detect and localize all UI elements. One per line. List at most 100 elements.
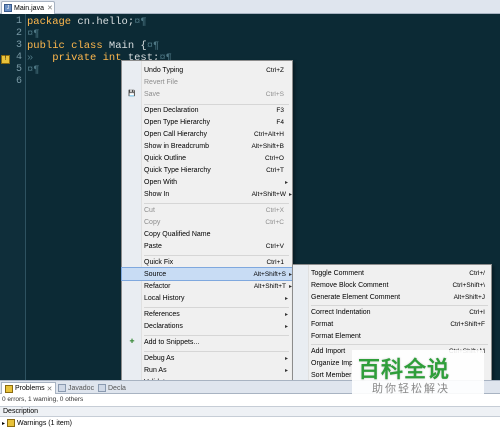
- menu-item-label: References: [144, 310, 180, 318]
- submenu-arrow-icon: ▸: [284, 367, 288, 374]
- line-number: 4: [15, 52, 22, 63]
- menu-item-label: Sort Member: [311, 371, 352, 379]
- keyword: private int: [52, 52, 122, 64]
- tab-javadoc[interactable]: Javadoc: [58, 382, 94, 394]
- javadoc-icon: [58, 384, 66, 392]
- menu-item-label: Declarations: [144, 322, 183, 330]
- code-line-5: ¤¶: [27, 64, 40, 76]
- menu-item-label: Undo Typing: [144, 66, 184, 74]
- menu-item-run-as[interactable]: Run As ▸: [122, 364, 292, 376]
- menu-item-cut[interactable]: Cut Ctrl+X: [122, 204, 292, 216]
- menu-item-shortcut: Alt+Shift+T: [253, 282, 286, 290]
- menu-item-debug-as[interactable]: Debug As ▸: [122, 352, 292, 364]
- menu-item-label: Organize Imp: [311, 359, 354, 367]
- tab-main-java[interactable]: J Main.java ✕: [1, 1, 55, 14]
- menu-item-show-in-breadcrumb[interactable]: Show in Breadcrumb Alt+Shift+B: [122, 140, 292, 152]
- code-line-3: public class Main {¤¶: [27, 40, 159, 52]
- menu-item-label: Remove Block Comment: [311, 281, 389, 289]
- add-snippet-icon: ✚: [129, 339, 135, 345]
- menu-item-format-element[interactable]: Format Element: [293, 330, 491, 342]
- menu-item-copy-qualified-name[interactable]: Copy Qualified Name: [122, 228, 292, 240]
- menu-item-refactor[interactable]: Refactor Alt+Shift+T ▸: [122, 280, 292, 292]
- menu-item-label: Revert File: [144, 78, 178, 86]
- whitespace-mark: »: [27, 52, 53, 64]
- menu-item-add-to-snippets[interactable]: ✚ Add to Snippets...: [122, 336, 292, 348]
- menu-item-format[interactable]: Format Ctrl+Shift+F: [293, 318, 491, 330]
- menu-item-paste[interactable]: Paste Ctrl+V: [122, 240, 292, 252]
- menu-item-generate-element-comment[interactable]: Generate Element Comment Alt+Shift+J: [293, 291, 491, 303]
- menu-item-declarations[interactable]: Declarations ▸: [122, 320, 292, 332]
- expand-icon[interactable]: ▸: [2, 420, 5, 427]
- menu-item-shortcut: Ctrl+/: [469, 269, 485, 277]
- menu-item-open-with[interactable]: Open With ▸: [122, 176, 292, 188]
- submenu-arrow-icon: ▸: [284, 355, 288, 362]
- menu-item-label: Open Type Hierarchy: [144, 118, 211, 126]
- menu-item-shortcut: Alt+Shift+S: [253, 270, 286, 278]
- menu-item-label: Save: [144, 90, 160, 98]
- menu-item-references[interactable]: References ▸: [122, 308, 292, 320]
- keyword: public: [27, 40, 65, 52]
- watermark: 百科全说 助你轻松解决: [352, 350, 484, 400]
- line-number: 2: [15, 28, 22, 39]
- line-number: 5: [15, 64, 22, 75]
- menu-item-open-call-hierarchy[interactable]: Open Call Hierarchy Ctrl+Alt+H: [122, 128, 292, 140]
- save-icon: 💾: [128, 91, 136, 97]
- tab-label: Javadoc: [68, 384, 95, 392]
- menu-item-local-history[interactable]: Local History ▸: [122, 292, 292, 304]
- menu-item-label: Quick Type Hierarchy: [144, 166, 211, 174]
- menu-item-label: Debug As: [144, 354, 175, 362]
- menu-item-shortcut: Ctrl+X: [265, 206, 284, 214]
- menu-item-save[interactable]: 💾 Save Ctrl+S: [122, 88, 292, 100]
- close-icon[interactable]: ✕: [47, 385, 53, 393]
- watermark-subtitle: 助你轻松解决: [372, 382, 450, 395]
- menu-item-label: Run As: [144, 366, 167, 374]
- menu-item-source[interactable]: Source Alt+Shift+S ▸: [121, 267, 293, 281]
- problems-icon: [5, 384, 13, 393]
- menu-item-revert-file[interactable]: Revert File: [122, 76, 292, 88]
- menu-item-shortcut: Ctrl+Z: [266, 66, 284, 74]
- keyword: package: [27, 16, 72, 28]
- menu-item-label: Open Call Hierarchy: [144, 130, 208, 138]
- menu-item-quick-fix[interactable]: Quick Fix Ctrl+1: [122, 256, 292, 268]
- tab-label: Problems: [15, 385, 45, 392]
- warning-icon: [7, 419, 16, 427]
- column-header-description[interactable]: Description: [0, 406, 500, 417]
- menu-item-label: Paste: [144, 242, 162, 250]
- menu-item-open-declaration[interactable]: Open Declaration F3: [122, 104, 292, 116]
- submenu-arrow-icon: ▸: [284, 311, 288, 318]
- java-file-icon: J: [4, 4, 12, 12]
- tab-problems[interactable]: Problems ✕: [1, 382, 57, 394]
- code-line-2: ¤¶: [27, 28, 40, 40]
- menu-item-copy[interactable]: Copy Ctrl+C: [122, 216, 292, 228]
- submenu-arrow-icon: ▸: [284, 295, 288, 302]
- menu-item-label: Local History: [144, 294, 185, 302]
- menu-item-shortcut: Alt+Shift+J: [453, 293, 485, 301]
- menu-item-remove-block-comment[interactable]: Remove Block Comment Ctrl+Shift+\: [293, 279, 491, 291]
- menu-item-label: Correct Indentation: [311, 308, 371, 316]
- menu-item-quick-type-hierarchy[interactable]: Quick Type Hierarchy Ctrl+T: [122, 164, 292, 176]
- menu-item-show-in[interactable]: Show In Alt+Shift+W ▸: [122, 188, 292, 200]
- line-number: 6: [15, 76, 22, 87]
- menu-item-shortcut: F3: [276, 106, 284, 114]
- menu-item-open-type-hierarchy[interactable]: Open Type Hierarchy F4: [122, 116, 292, 128]
- menu-item-shortcut: Alt+Shift+B: [251, 142, 284, 150]
- menu-item-label: Show in Breadcrumb: [144, 142, 209, 150]
- tree-row-warnings[interactable]: ▸ Warnings (1 item): [2, 419, 72, 427]
- menu-item-label: Format Element: [311, 332, 361, 340]
- menu-item-label: Add to Snippets...: [144, 338, 200, 346]
- declaration-icon: [98, 384, 106, 392]
- close-icon[interactable]: ✕: [47, 4, 53, 12]
- menu-item-quick-outline[interactable]: Quick Outline Ctrl+O: [122, 152, 292, 164]
- menu-item-undo-typing[interactable]: Undo Typing Ctrl+Z: [122, 64, 292, 76]
- menu-item-correct-indentation[interactable]: Correct Indentation Ctrl+I: [293, 306, 491, 318]
- code-text: Main {: [102, 40, 147, 52]
- menu-item-label: Quick Outline: [144, 154, 187, 162]
- menu-item-shortcut: Ctrl+1: [266, 258, 284, 266]
- tab-declaration[interactable]: Decla: [98, 382, 126, 394]
- code-line-1: package cn.hello;¤¶: [27, 16, 147, 28]
- menu-item-toggle-comment[interactable]: Toggle Comment Ctrl+/: [293, 267, 491, 279]
- menu-item-label: Generate Element Comment: [311, 293, 401, 301]
- row-label: Warnings (1 item): [17, 419, 72, 427]
- menu-item-shortcut: Ctrl+S: [265, 90, 284, 98]
- whitespace-mark: ¤¶: [134, 16, 147, 28]
